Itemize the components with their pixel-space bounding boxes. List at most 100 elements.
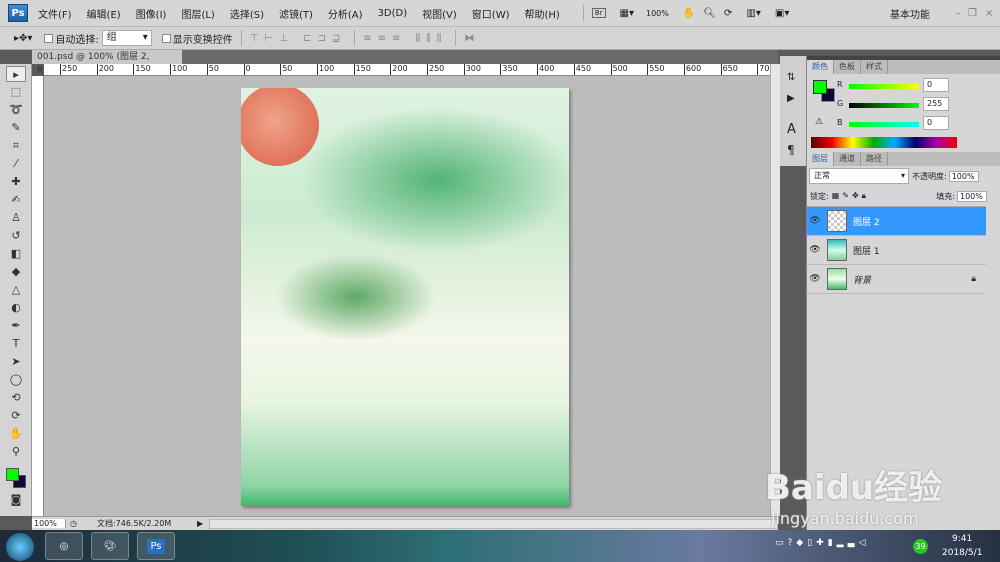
panel-fg-color[interactable] xyxy=(813,80,827,94)
layer-row[interactable]: 👁︎ 图层 2 xyxy=(807,207,986,236)
move-tool-preset-icon[interactable]: ▸✥▾ xyxy=(14,33,32,44)
path-select-tool[interactable]: ➤ xyxy=(6,354,26,370)
history-brush-tool[interactable]: ↺ xyxy=(6,228,26,244)
3d-rotate-tool[interactable]: ⟲ xyxy=(6,390,26,406)
tab-layers[interactable]: 图层 xyxy=(807,152,834,166)
quick-mask-icon[interactable]: ◙ xyxy=(6,492,26,508)
visibility-eye-icon[interactable]: 👁︎ xyxy=(807,245,823,255)
color-swatches[interactable] xyxy=(0,462,31,490)
quick-select-tool[interactable]: ✎ xyxy=(6,120,26,136)
blend-mode-select[interactable]: 正常 xyxy=(809,168,909,184)
layer-row[interactable]: 👁︎ 图层 1 xyxy=(807,236,986,265)
r-slider[interactable] xyxy=(849,84,919,89)
menu-filter[interactable]: 滤镜(T) xyxy=(279,6,313,21)
history-icon[interactable]: ⇅ xyxy=(787,72,806,83)
zoom-tool-icon[interactable]: 🔍︎ xyxy=(703,8,716,19)
close-button[interactable]: × xyxy=(985,8,993,19)
menu-analysis[interactable]: 分析(A) xyxy=(328,6,363,21)
layer-name[interactable]: 背景 xyxy=(853,273,871,286)
tab-swatches[interactable]: 色板 xyxy=(834,60,861,74)
menu-file[interactable]: 文件(F) xyxy=(38,6,72,21)
status-menu-arrow[interactable]: ▶ xyxy=(197,519,203,528)
pen-tool[interactable]: ✒ xyxy=(6,318,26,334)
shape-tool[interactable]: ◯ xyxy=(6,372,26,388)
gradient-tool[interactable]: ◆ xyxy=(6,264,26,280)
menu-window[interactable]: 窗口(W) xyxy=(472,6,510,21)
rotate-view-icon[interactable]: ⟳ xyxy=(724,8,732,19)
taskbar-app-paint[interactable]: 🎨︎ xyxy=(91,532,129,560)
layer-name[interactable]: 图层 2 xyxy=(853,215,880,228)
dodge-tool[interactable]: ◐ xyxy=(6,300,26,316)
clock-time[interactable]: 9:41 xyxy=(952,534,972,544)
taskbar-app-photoshop[interactable]: Ps xyxy=(137,532,175,560)
tab-paths[interactable]: 路径 xyxy=(861,152,888,166)
g-value[interactable]: 255 xyxy=(923,97,949,111)
zoom-level-select[interactable]: 100% xyxy=(646,9,669,18)
view-extras-icon[interactable]: ▦▾ xyxy=(620,8,634,19)
stamp-tool[interactable]: ♙ xyxy=(6,210,26,226)
document-tab[interactable]: 001.psd @ 100% (图层 2, RGB/8) * × xyxy=(32,50,182,76)
menu-3d[interactable]: 3D(D) xyxy=(378,8,408,19)
layer-name[interactable]: 图层 1 xyxy=(853,244,880,257)
b-value[interactable]: 0 xyxy=(923,116,949,130)
menu-edit[interactable]: 编辑(E) xyxy=(87,6,121,21)
hand-tool[interactable]: ✋ xyxy=(6,426,26,442)
b-slider[interactable] xyxy=(849,122,919,127)
minimize-button[interactable]: – xyxy=(956,8,961,19)
healing-tool[interactable]: ✚ xyxy=(6,174,26,190)
menu-help[interactable]: 帮助(H) xyxy=(525,6,560,21)
hand-tool-icon[interactable]: ✋ xyxy=(683,8,695,19)
zoom-field[interactable]: 100% xyxy=(32,519,66,528)
crop-tool[interactable]: ⌗ xyxy=(6,138,26,154)
align-icons[interactable]: ⊤⊢⊥ ⊏⊐⊒ xyxy=(250,33,346,44)
eyedropper-tool[interactable]: ⁄ xyxy=(6,156,26,172)
eraser-tool[interactable]: ◧ xyxy=(6,246,26,262)
lock-icons[interactable]: ▦✎✥🔒︎ xyxy=(832,191,869,201)
character-icon[interactable]: A xyxy=(787,122,806,137)
arrange-documents-icon[interactable]: ▥▾ xyxy=(746,8,760,19)
distribute-icons[interactable]: ≡≡≡ ⫼⫼⫼ xyxy=(363,33,447,44)
actions-icon[interactable]: ▶ xyxy=(787,93,806,104)
g-slider[interactable] xyxy=(849,103,919,108)
menu-view[interactable]: 视图(V) xyxy=(422,6,457,21)
gamut-warning-icon[interactable]: ⚠ xyxy=(815,117,823,127)
taskbar-app-360[interactable]: ◎ xyxy=(45,532,83,560)
brush-tool[interactable]: ✍ xyxy=(6,192,26,208)
menu-layer[interactable]: 图层(L) xyxy=(181,6,214,21)
zoom-tool[interactable]: ⚲ xyxy=(6,444,26,460)
auto-align-icon[interactable]: ⧓ xyxy=(464,33,474,44)
type-tool[interactable]: T xyxy=(6,336,26,352)
workspace-switcher[interactable]: 基本功能 xyxy=(890,6,930,21)
visibility-eye-icon[interactable]: 👁︎ xyxy=(807,216,823,226)
horizontal-scrollbar[interactable] xyxy=(209,518,778,529)
r-value[interactable]: 0 xyxy=(923,78,949,92)
fill-field[interactable]: 100% xyxy=(957,190,987,202)
start-button[interactable] xyxy=(6,533,34,561)
auto-select-checkbox[interactable] xyxy=(44,33,54,43)
auto-select-dropdown[interactable]: 组 xyxy=(101,30,152,46)
clock-date[interactable]: 2018/5/1 xyxy=(942,548,982,558)
tab-channels[interactable]: 通道 xyxy=(834,152,861,166)
marquee-tool[interactable]: ⬚ xyxy=(6,84,26,100)
menu-select[interactable]: 选择(S) xyxy=(230,6,264,21)
status-info-icon[interactable]: ◷ xyxy=(70,519,77,528)
tab-color[interactable]: 颜色 xyxy=(807,60,834,74)
menu-image[interactable]: 图像(I) xyxy=(136,6,167,21)
visibility-eye-icon[interactable]: 👁︎ xyxy=(807,274,823,284)
paragraph-icon[interactable]: ¶ xyxy=(787,143,806,157)
restore-button[interactable]: ❐ xyxy=(968,8,977,19)
move-tool[interactable]: ▸ xyxy=(6,66,26,82)
show-transform-checkbox[interactable] xyxy=(161,33,171,43)
opacity-field[interactable]: 100% xyxy=(948,170,979,182)
layer-row[interactable]: 👁︎ 背景 🔒︎ xyxy=(807,265,986,294)
document-image[interactable] xyxy=(241,88,569,506)
screen-mode-icon[interactable]: ▣▾ xyxy=(775,8,789,19)
3d-orbit-tool[interactable]: ⟳ xyxy=(6,408,26,424)
blur-tool[interactable]: △ xyxy=(6,282,26,298)
tab-styles[interactable]: 样式 xyxy=(861,60,888,74)
vertical-scrollbar[interactable] xyxy=(770,64,780,516)
bridge-button[interactable]: Br xyxy=(591,8,606,18)
lasso-tool[interactable]: ➰ xyxy=(6,102,26,118)
color-spectrum[interactable] xyxy=(811,137,957,148)
tray-badge[interactable]: 39 xyxy=(913,539,928,554)
